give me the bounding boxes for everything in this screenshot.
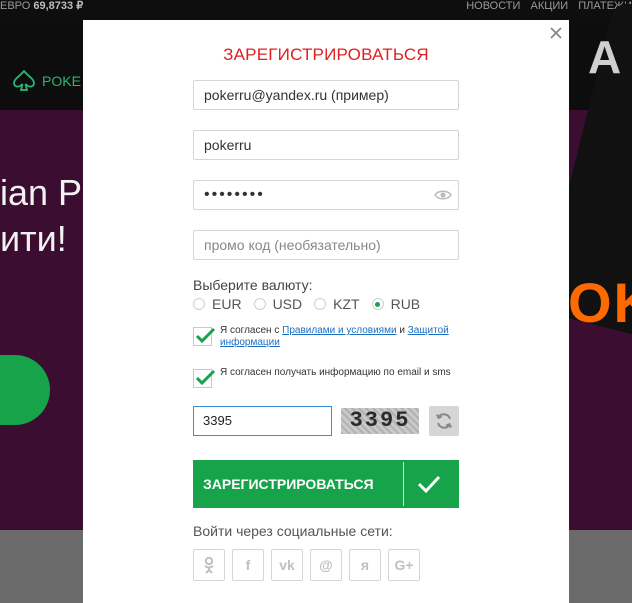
eye-icon[interactable] [434, 188, 452, 202]
password-value: •••••••• [204, 186, 265, 203]
terms-prefix: Я согласен с [220, 325, 280, 336]
terms-checkbox[interactable] [193, 327, 216, 346]
captcha-image-text: 3395 [349, 408, 411, 433]
facebook-icon[interactable]: f [232, 549, 264, 581]
social-login-label: Войти через социальные сети: [193, 523, 393, 539]
vk-glyph: vk [279, 557, 295, 573]
password-field[interactable]: •••••••• [193, 180, 459, 210]
terms-agreement: Я согласен с Правилами и условиями и Защ… [193, 325, 465, 349]
currency-rub-label: RUB [390, 296, 421, 312]
currency-usd-label: USD [272, 296, 303, 312]
vk-icon[interactable]: vk [271, 549, 303, 581]
top-bar: ЕВРО 69,8733 ₽ НОВОСТИ АКЦИИ ПЛАТЕЖИ [0, 0, 632, 20]
hero-brand-text: OK [568, 271, 632, 334]
euro-value: 69,8733 ₽ [33, 0, 84, 12]
login-field[interactable]: pokerru [193, 130, 459, 160]
modal-title: ЗАРЕГИСТРИРОВАТЬСЯ [223, 45, 429, 64]
close-icon[interactable] [549, 26, 563, 40]
currency-selector: EUR USD KZT RUB [193, 296, 432, 312]
captcha-input[interactable]: 3395 [193, 406, 332, 436]
captcha-refresh-button[interactable] [429, 406, 459, 436]
checkmark-icon [195, 327, 216, 344]
google-plus-glyph: G+ [394, 557, 414, 573]
nav-news[interactable]: НОВОСТИ [466, 0, 520, 12]
currency-eur-label: EUR [212, 296, 242, 312]
yandex-icon[interactable]: я [349, 549, 381, 581]
logo-text: POKE [42, 73, 81, 89]
currency-kzt-label: KZT [333, 296, 360, 312]
email-consent-checkbox[interactable] [193, 369, 216, 388]
currency-usd[interactable]: USD [253, 296, 303, 312]
hero-line-2: ити! [0, 218, 67, 259]
refresh-icon [436, 413, 452, 429]
nav-promos[interactable]: АКЦИИ [531, 0, 569, 12]
currency-eur[interactable]: EUR [193, 296, 242, 312]
radio-eur[interactable] [193, 298, 205, 310]
social-login-buttons: f vk @ я G+ [193, 549, 427, 581]
terms-link[interactable]: Правилами и условиями [282, 325, 396, 336]
euro-rate: ЕВРО 69,8733 ₽ [0, 0, 83, 12]
spade-icon [13, 70, 35, 91]
site-logo[interactable]: POKE [12, 70, 81, 92]
email-agreement: Я согласен получать информацию по email … [193, 367, 465, 388]
mail-glyph: @ [319, 557, 333, 573]
checkmark-icon [195, 369, 216, 386]
radio-rub[interactable] [371, 298, 384, 310]
facebook-glyph: f [245, 557, 251, 573]
captcha-image: 3395 [341, 408, 419, 434]
card-letter: A [588, 31, 622, 83]
terms-and: и [399, 325, 405, 336]
currency-label: Выберите валюту: [193, 277, 313, 293]
mail-icon[interactable]: @ [310, 549, 342, 581]
promo-code-field[interactable]: промо код (необязательно) [193, 230, 459, 260]
email-consent-text: Я согласен получать информацию по email … [220, 367, 451, 378]
currency-kzt[interactable]: KZT [314, 296, 360, 312]
currency-rub[interactable]: RUB [371, 296, 421, 312]
check-icon [417, 475, 441, 494]
hero-button[interactable] [0, 355, 50, 425]
yandex-glyph: я [360, 557, 370, 573]
register-button-label: ЗАРЕГИСТРИРОВАТЬСЯ [203, 476, 374, 492]
radio-kzt[interactable] [314, 298, 327, 310]
button-separator [403, 462, 404, 506]
registration-modal: ЗАРЕГИСТРИРОВАТЬСЯ pokerru@yandex.ru (пр… [83, 20, 569, 603]
odnoklassniki-icon[interactable] [193, 549, 225, 581]
radio-usd[interactable] [253, 298, 266, 310]
email-field[interactable]: pokerru@yandex.ru (пример) [193, 80, 459, 110]
google-plus-icon[interactable]: G+ [388, 549, 420, 581]
register-button[interactable]: ЗАРЕГИСТРИРОВАТЬСЯ [193, 460, 459, 508]
terms-text: Я согласен с Правилами и условиями и Защ… [220, 325, 465, 349]
euro-label: ЕВРО [0, 0, 31, 12]
top-nav: НОВОСТИ АКЦИИ ПЛАТЕЖИ [459, 0, 632, 12]
